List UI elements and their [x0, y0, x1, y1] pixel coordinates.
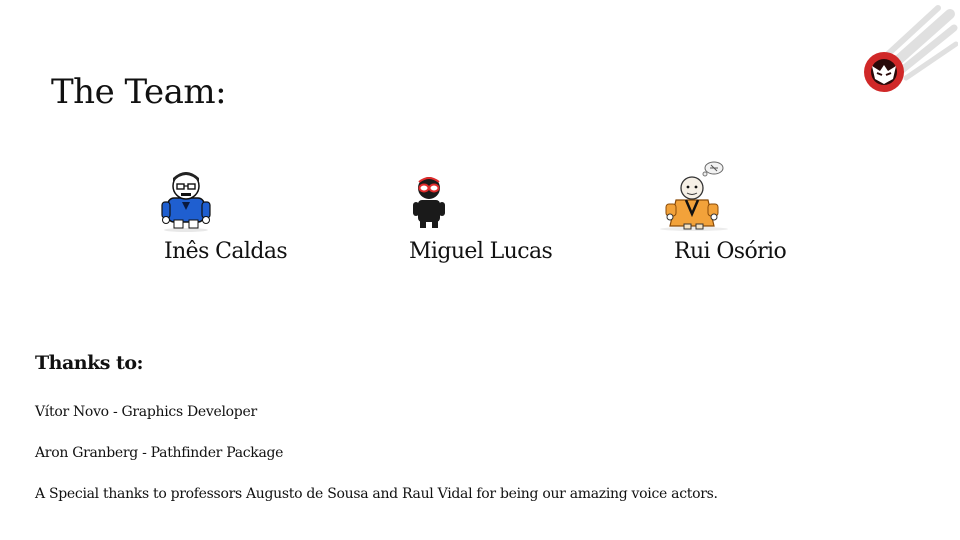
meteor-demon-logo-icon: [864, 5, 958, 92]
black-hoodie-character-icon: [413, 177, 445, 228]
orange-robe-character-icon: [660, 161, 728, 231]
credit-line: A Special thanks to professors Augusto d…: [35, 486, 718, 502]
team-member-name: Miguel Lucas: [409, 239, 553, 264]
slide-title: The Team:: [51, 72, 227, 112]
team-member-name: Rui Osório: [674, 239, 787, 264]
credit-line: Aron Granberg - Pathfinder Package: [35, 445, 284, 461]
credit-line: Vítor Novo - Graphics Developer: [35, 404, 257, 420]
thanks-heading: Thanks to:: [35, 352, 144, 374]
team-member-name: Inês Caldas: [164, 239, 288, 264]
blue-shirt-character-icon: [161, 172, 211, 232]
team-slide: The Team: Inês Caldas Miguel Lucas Rui O…: [0, 0, 960, 540]
